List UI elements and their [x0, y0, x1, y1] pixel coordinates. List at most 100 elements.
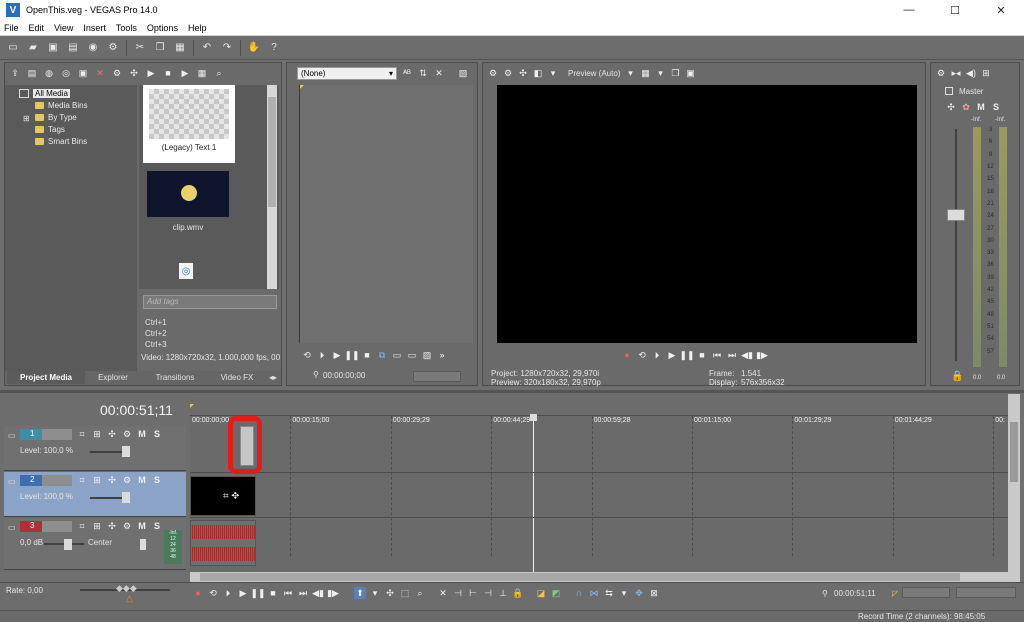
menu-file[interactable]: File: [4, 23, 19, 33]
stop-icon[interactable]: ■: [361, 349, 373, 361]
media-generator-icon[interactable]: ✣: [128, 67, 140, 79]
scrollbar-thumb[interactable]: [268, 97, 276, 207]
get-media-icon[interactable]: ◍: [43, 67, 55, 79]
record-icon[interactable]: ●: [621, 349, 633, 361]
overlays-grid-icon[interactable]: ▦: [639, 67, 651, 79]
timeline-horizontal-scrollbar[interactable]: [190, 572, 1020, 582]
tab-video-fx[interactable]: Video FX: [209, 371, 265, 384]
marker-insert-icon[interactable]: ◪: [535, 587, 547, 599]
trim-icon[interactable]: ⊣: [452, 587, 464, 599]
split-screen-icon[interactable]: ✣: [517, 67, 529, 79]
close-button[interactable]: ✕: [978, 0, 1024, 20]
lock-event-icon[interactable]: 🔒: [512, 587, 524, 599]
copy-snapshot-icon[interactable]: ❐: [669, 67, 681, 79]
undo-icon[interactable]: ↶: [200, 41, 214, 55]
overwrite-icon[interactable]: ▭: [406, 349, 418, 361]
trimmer-window-icon[interactable]: ▧: [457, 67, 469, 79]
go-to-start-icon[interactable]: ⏮: [282, 587, 294, 599]
tree-item-all-media[interactable]: All Media: [33, 89, 70, 98]
chevron-down-icon[interactable]: ▾: [624, 67, 636, 79]
mute-button[interactable]: M: [136, 474, 148, 486]
trimmer-view[interactable]: [299, 85, 473, 343]
pan-crop-icon[interactable]: ⌗ ✥: [223, 491, 239, 502]
stop-icon[interactable]: ■: [267, 587, 279, 599]
lock-icon[interactable]: 🔒: [951, 371, 963, 382]
chevron-down-icon[interactable]: ▾: [547, 67, 559, 79]
master-solo-button[interactable]: S: [990, 101, 1002, 113]
selection-start-field[interactable]: [902, 587, 950, 598]
play-icon[interactable]: ▶: [237, 587, 249, 599]
master-mute-button[interactable]: M: [975, 101, 987, 113]
tab-transitions[interactable]: Transitions: [141, 371, 209, 384]
thumbnail-legacy-text[interactable]: (Legacy) Text 1: [143, 85, 235, 163]
record-icon[interactable]: ●: [192, 587, 204, 599]
selection-tool-icon[interactable]: ⬚: [399, 587, 411, 599]
menu-help[interactable]: Help: [188, 23, 207, 33]
insert-icon[interactable]: ▭: [391, 349, 403, 361]
solo-button[interactable]: S: [151, 520, 163, 532]
level-slider-thumb[interactable]: [122, 446, 130, 457]
track-name-field[interactable]: [42, 429, 72, 440]
master-fader-thumb[interactable]: [947, 209, 965, 221]
auto-preview-icon[interactable]: ▶: [179, 67, 191, 79]
search-icon[interactable]: ⌕: [213, 67, 225, 79]
track-header-1[interactable]: ▭ 1 ⌗ ⊞ ✣ ⚙ M S Level: 100,0 %: [4, 426, 186, 471]
trimmer-select[interactable]: (None) ▾: [297, 67, 397, 80]
menu-view[interactable]: View: [54, 23, 73, 33]
paste-icon[interactable]: ▦: [173, 41, 187, 55]
more-icon[interactable]: »: [436, 349, 448, 361]
add-tags-input[interactable]: Add tags: [143, 295, 277, 309]
save-icon[interactable]: ▣: [46, 41, 60, 55]
pause-icon[interactable]: ❚❚: [250, 587, 265, 599]
go-to-end-icon[interactable]: ⏭: [726, 349, 738, 361]
track-collapse-icon[interactable]: ▭: [8, 523, 16, 532]
split-icon[interactable]: ⊥: [497, 587, 509, 599]
tree-item-smart-bins[interactable]: Smart Bins: [35, 137, 87, 146]
next-frame-icon[interactable]: ▮▶: [327, 587, 339, 599]
menu-options[interactable]: Options: [147, 23, 178, 33]
pan-slider-thumb[interactable]: [140, 539, 146, 550]
next-frame-icon[interactable]: ▮▶: [756, 349, 768, 361]
spellcheck-icon[interactable]: ᴬᴮ: [401, 67, 413, 79]
delete-icon[interactable]: ✕: [437, 587, 449, 599]
tree-item-by-type[interactable]: By Type: [35, 113, 77, 122]
open-folder-icon[interactable]: ▰: [26, 41, 40, 55]
trim-end-icon[interactable]: ⊣: [482, 587, 494, 599]
master-fx-gear-icon[interactable]: ✿: [960, 101, 972, 113]
new-bin-icon[interactable]: ▣: [77, 67, 89, 79]
ignore-grouping-icon[interactable]: ⊠: [648, 587, 660, 599]
track-fx-icon[interactable]: ⚙: [121, 474, 133, 486]
loop-icon[interactable]: ⟲: [301, 349, 313, 361]
track-motion-icon[interactable]: ⌗: [76, 428, 88, 440]
pan-icon[interactable]: ✣: [106, 520, 118, 532]
go-to-end-icon[interactable]: ⏭: [297, 587, 309, 599]
auto-ripple-icon[interactable]: ✋: [247, 41, 261, 55]
track-name-field[interactable]: [42, 475, 72, 486]
maximize-button[interactable]: ☐: [932, 0, 978, 20]
help-pointer-icon[interactable]: ?: [267, 41, 281, 55]
chevron-down-icon[interactable]: ▾: [618, 587, 630, 599]
composite-mode-icon[interactable]: ⊞: [91, 520, 103, 532]
track-fx-icon[interactable]: ⚙: [121, 520, 133, 532]
sort-icon[interactable]: ⇅: [417, 67, 429, 79]
expand-plus-icon[interactable]: ⊞: [23, 114, 30, 123]
menu-insert[interactable]: Insert: [83, 23, 106, 33]
video-event[interactable]: ⌗ ✥: [190, 476, 256, 516]
zoom-tool-icon[interactable]: ⌕: [414, 587, 426, 599]
track-name-field[interactable]: [42, 521, 72, 532]
import-media-icon[interactable]: ⇪: [9, 67, 21, 79]
play-from-start-icon[interactable]: ⏵: [222, 587, 234, 599]
track-header-3[interactable]: ▭ 3 ⌗ ⊞ ✣ ⚙ M S 0,0 dB Center -Inf. 12 24 36…: [4, 518, 186, 570]
auto-crossfade-icon[interactable]: ⋈: [588, 587, 600, 599]
solo-button[interactable]: S: [151, 428, 163, 440]
tab-overflow-icon[interactable]: ◂▸: [265, 371, 281, 384]
audio-event[interactable]: [190, 520, 256, 566]
pan-icon[interactable]: ✣: [945, 101, 957, 113]
ripple-icon[interactable]: ⇆: [603, 587, 615, 599]
pan-icon[interactable]: ✣: [106, 428, 118, 440]
region-insert-icon[interactable]: ◩: [550, 587, 562, 599]
cut-icon[interactable]: ✂: [133, 41, 147, 55]
track-collapse-icon[interactable]: ▭: [8, 431, 16, 440]
prev-frame-icon[interactable]: ◀▮: [312, 587, 324, 599]
stop-icon[interactable]: ■: [162, 67, 174, 79]
